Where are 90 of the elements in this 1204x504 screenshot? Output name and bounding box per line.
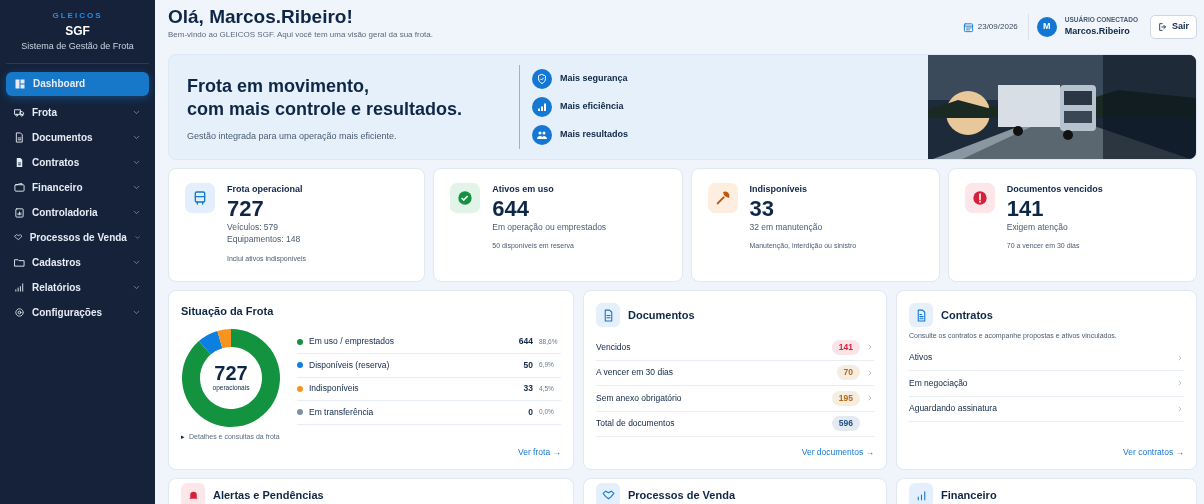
hero-subtitle: Gestão integrada para uma operação mais eficiente. xyxy=(187,129,398,143)
document-row-label: Total de documentos xyxy=(596,417,676,431)
benefit-label: Mais eficiência xyxy=(560,100,624,114)
chevron-right-icon[interactable] xyxy=(866,368,874,377)
bar-chart-icon xyxy=(14,281,25,293)
count-badge: 596 xyxy=(831,416,860,432)
chevron-right-icon[interactable] xyxy=(866,394,874,403)
stat-title: Ativos em uso xyxy=(492,183,555,196)
chevron-right-icon xyxy=(1176,353,1184,362)
legend-label: Em uso / emprestados xyxy=(309,335,396,349)
legend-value: 644 xyxy=(518,335,533,349)
stat-detail: Exigem atenção xyxy=(1006,220,1069,234)
sidebar-item[interactable]: Dashboard xyxy=(6,71,149,96)
view-link[interactable]: Ver frota → xyxy=(518,446,561,459)
legend-value: 50 xyxy=(523,358,533,372)
user-name: Marcos.Ribeiro xyxy=(1064,25,1131,39)
sidebar-item[interactable]: Contratos xyxy=(6,149,149,175)
count-badge: 195 xyxy=(831,390,860,406)
contract-row[interactable]: Em negociação xyxy=(909,371,1184,397)
wallet-icon xyxy=(14,181,25,193)
card-title: Documentos xyxy=(628,307,695,323)
welcome-text: Bem-vindo ao GLEICOS SGF. Aqui você tem uma visão geral da sua frota. xyxy=(168,28,434,41)
sidebar-item[interactable]: Financeiro xyxy=(6,174,149,200)
wrench-icon xyxy=(714,190,731,206)
sidebar-item[interactable]: Documentos xyxy=(6,124,149,150)
stat-value: 727 xyxy=(227,196,265,221)
count-badge: 141 xyxy=(831,339,860,355)
hero-title: Frota em movimento, com mais controle e resultados. xyxy=(187,75,464,122)
card-title: Processos de Venda xyxy=(628,487,735,503)
stat-detail: Em operação ou emprestados xyxy=(492,220,607,234)
avatar: M xyxy=(1036,17,1057,37)
card-title: Contratos xyxy=(941,307,993,323)
document-icon xyxy=(14,131,25,143)
product-subtitle: Sistema de Gestão de Frota xyxy=(20,40,135,53)
sidebar-item[interactable]: Controladoria xyxy=(6,199,149,225)
sidebar-item[interactable]: Frota xyxy=(6,99,149,125)
alert-icon xyxy=(971,190,988,206)
gear-icon xyxy=(14,306,25,318)
legend-label: Disponíveis (reserva) xyxy=(309,358,391,372)
stat-title: Indisponíveis xyxy=(749,183,808,196)
contract-row[interactable]: Ativos xyxy=(909,345,1184,371)
stat-value: 644 xyxy=(492,196,530,221)
stat-value: 141 xyxy=(1006,196,1045,221)
check-circle-icon xyxy=(457,190,474,206)
count-badge: 70 xyxy=(836,365,860,381)
product-name: SGF xyxy=(64,23,91,40)
page-title: Olá, Marcos.Ribeiro! xyxy=(168,6,354,29)
stat-detail: Equipamentos: 148 xyxy=(227,233,302,247)
clipboard-chart-icon xyxy=(14,206,25,218)
bar-chart-badge-icon xyxy=(532,97,552,117)
sidebar-item[interactable]: Cadastros xyxy=(6,249,149,275)
chevron-right-icon[interactable] xyxy=(866,343,874,352)
logout-button[interactable]: Sair xyxy=(1150,15,1197,39)
document-row-label: A vencer em 30 dias xyxy=(596,366,674,380)
shield-badge-icon xyxy=(532,69,552,89)
dashboard-icon xyxy=(14,77,26,90)
chevron-right-icon xyxy=(1176,379,1184,388)
benefit-label: Mais resultados xyxy=(560,128,629,142)
view-link[interactable]: Ver contratos → xyxy=(1123,446,1184,459)
logout-icon xyxy=(1158,22,1168,32)
legend-value: 33 xyxy=(523,382,533,396)
truck-icon xyxy=(14,106,25,118)
document-icon xyxy=(14,156,25,168)
bus-icon xyxy=(192,190,208,206)
stat-title: Documentos vencidos xyxy=(1006,183,1103,196)
date-text: 23/09/2026 xyxy=(977,21,1018,33)
legend-value: 0 xyxy=(528,405,533,419)
stat-detail: 32 em manutenção xyxy=(749,220,824,234)
view-link[interactable]: Ver documentos → xyxy=(801,446,874,459)
benefit-label: Mais segurança xyxy=(560,72,628,86)
card-title: Situação da Frota xyxy=(181,304,275,319)
brand-name: GLEICOS xyxy=(51,10,104,22)
sidebar-item[interactable]: Processos de Venda xyxy=(6,224,149,250)
legend-label: Indisponíveis xyxy=(309,382,360,396)
document-row-label: Sem anexo obrigatório xyxy=(596,391,683,405)
contract-row[interactable]: Aguardando assinatura xyxy=(909,396,1184,422)
document-row-label: Vencidos xyxy=(596,340,632,354)
donut-value: 727 xyxy=(213,362,249,383)
sidebar-item[interactable]: Relatórios xyxy=(6,274,149,300)
folder-icon xyxy=(14,256,25,268)
stat-detail: Veículos: 579 xyxy=(227,220,280,234)
legend-label: Em transferência xyxy=(309,405,375,419)
stat-value: 33 xyxy=(749,196,775,221)
people-badge-icon xyxy=(532,125,552,145)
sidebar-item[interactable]: Configurações xyxy=(6,299,149,325)
chevron-right-icon xyxy=(1176,404,1184,413)
card-title: Financeiro xyxy=(941,487,997,503)
card-title: Alertas e Pendências xyxy=(213,487,324,503)
stat-title: Frota operacional xyxy=(227,183,304,196)
calendar-icon xyxy=(962,21,974,33)
